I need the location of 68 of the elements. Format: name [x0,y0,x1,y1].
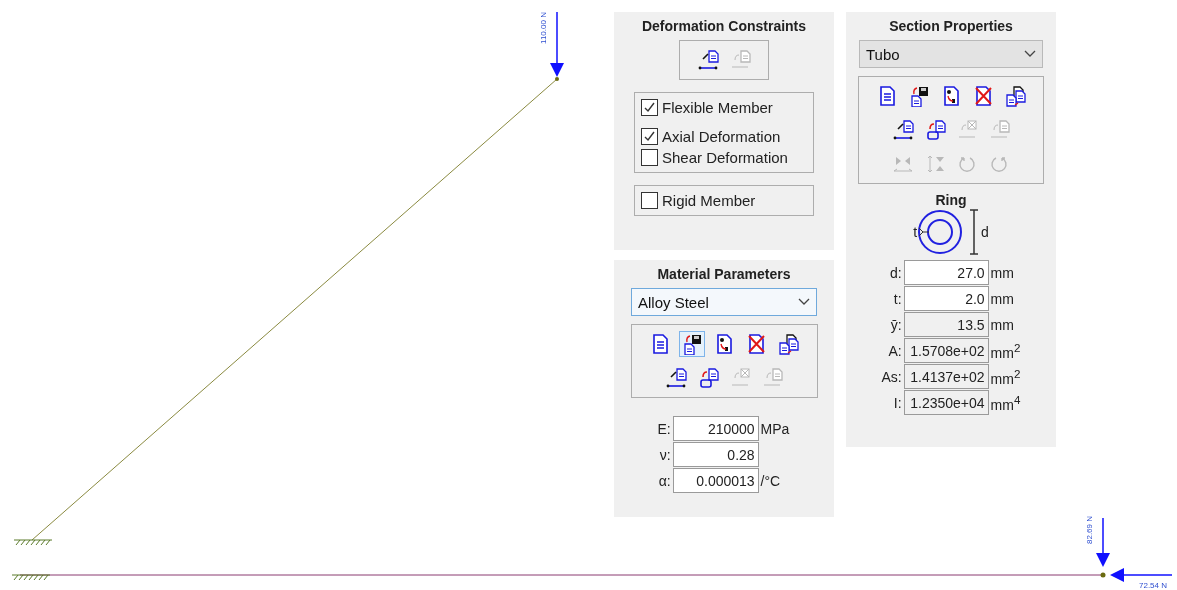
delete-document-icon [972,85,994,107]
value-field[interactable]: 1.4137e+02 [903,364,989,389]
section-dropdown[interactable]: Tubo [859,40,1043,68]
field-label: E: [657,420,671,437]
value-field[interactable]: 0.000013 [672,468,759,493]
ring-drawing [918,208,981,256]
load-label: 72.54 N [1139,581,1167,590]
save-document-icon [908,85,930,107]
unit-label: mm$^{2}$ [990,340,1021,361]
value-field[interactable]: 210000 [672,416,759,441]
assign-arrow-icon [665,367,687,389]
checkbox[interactable] [641,149,658,166]
field-label: α: [657,472,671,489]
field-label: d: [888,264,902,281]
value-field[interactable]: 27.0 [903,260,989,285]
field-label: I: [892,394,902,411]
unit-label: mm$^{2}$ [990,366,1021,387]
pin-support-icon [11,574,51,581]
assign-cleared-icon [729,367,751,389]
assign-arrow-icon [697,49,719,71]
value-field[interactable]: 1.5708e+02 [903,338,989,363]
panel-title: Material Parameters [657,266,791,282]
dropdown-caret-icon [798,298,810,306]
assign-arrow-icon [729,49,751,71]
value-field[interactable]: 13.5 [903,312,989,337]
value-field[interactable]: 1.2350e+04 [903,390,989,415]
checkbox-label: Shear Deformation [662,149,788,166]
node-dot [555,77,559,81]
load-arrow [550,11,564,77]
unit-label: mm [990,290,1015,307]
field-label: As: [881,368,902,385]
unit-label: /°C [760,472,782,489]
panel-title: Deformation Constraints [641,18,807,34]
value-field[interactable]: 0.28 [672,442,759,467]
assign-arrow-icon [761,367,783,389]
unit-label: mm$^{4}$ [990,392,1021,413]
checkbox[interactable] [641,99,658,116]
assign-arrow-icon [892,119,914,141]
dropdown-caret-icon [1024,50,1036,58]
checkbox[interactable] [641,192,658,209]
shape-title: Ring [935,192,967,208]
field-label: A: [887,342,902,359]
checkbox-label: Flexible Member [662,99,773,116]
checkbox-label: Rigid Member [662,192,756,209]
field-label: t: [892,290,902,307]
assign-arrow-icon [988,119,1010,141]
value-field[interactable]: 2.0 [903,286,989,311]
copy-document-icon [1004,85,1026,107]
dimension-label: d [981,224,989,240]
copy-document-icon [777,333,799,355]
panel-title: Section Properties [889,18,1013,34]
checkbox-label: Axial Deformation [662,128,781,145]
unit-label: MPa [760,420,791,437]
delete-document-icon [745,333,767,355]
checkbox[interactable] [641,128,658,145]
field-label: ν: [658,446,671,463]
dimension-label: t [913,224,918,240]
material-dropdown[interactable]: Alloy Steel [631,288,817,316]
unit-label: mm [990,264,1015,281]
field-label: ȳ: [889,316,902,333]
toolbar-button[interactable] [679,331,705,357]
save-document-icon [681,333,703,355]
node-dot [1100,572,1106,578]
load-label: 82.69 N [1085,516,1094,544]
unit-label: mm [990,316,1015,333]
pin-support-icon [13,539,53,546]
assign-cleared-icon [956,119,978,141]
load-label: 110.00 N [539,12,548,44]
